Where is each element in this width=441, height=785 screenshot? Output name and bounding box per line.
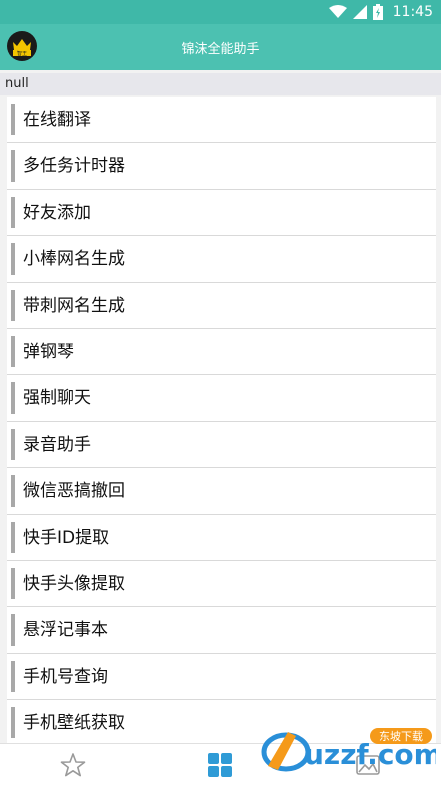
status-icons: 11:45: [328, 3, 433, 21]
watermark-tag: 东坡下载: [379, 730, 423, 743]
list-item-label: 快手头像提取: [23, 573, 125, 594]
feature-list: 在线翻译 多任务计时器 好友添加 小棒网名生成 带刺网名生成 弹钢琴 强制聊天 …: [7, 97, 436, 743]
app-bar: 智王 锦沫全能助手: [0, 24, 441, 70]
subheader-text: null: [0, 73, 441, 95]
list-item[interactable]: 手机号查询: [7, 654, 436, 701]
list-item[interactable]: 在线翻译: [7, 97, 436, 144]
signal-icon: [352, 5, 367, 19]
list-item-label: 悬浮记事本: [23, 620, 108, 641]
list-item-label: 快手ID提取: [23, 527, 110, 548]
status-bar: 11:45: [0, 0, 441, 24]
wifi-icon: [328, 5, 347, 18]
star-icon[interactable]: [60, 752, 86, 778]
list-item-label: 带刺网名生成: [23, 295, 125, 316]
list-item[interactable]: 悬浮记事本: [7, 607, 436, 654]
list-item[interactable]: 快手头像提取: [7, 561, 436, 608]
list-item-label: 强制聊天: [23, 388, 91, 409]
list-item[interactable]: 带刺网名生成: [7, 283, 436, 329]
battery-icon: [372, 4, 383, 20]
app-title: 锦沫全能助手: [181, 42, 260, 57]
list-item[interactable]: 快手ID提取: [7, 515, 436, 561]
list-item-label: 录音助手: [23, 434, 91, 455]
list-item[interactable]: 好友添加: [7, 190, 436, 237]
status-time: 11:45: [392, 4, 433, 20]
list-item-label: 弹钢琴: [23, 341, 74, 362]
list-item[interactable]: 录音助手: [7, 422, 436, 469]
list-item[interactable]: 弹钢琴: [7, 329, 436, 376]
list-item-label: 手机号查询: [23, 666, 108, 687]
list-item-label: 在线翻译: [23, 110, 91, 130]
list-item[interactable]: 多任务计时器: [7, 143, 436, 190]
list-item[interactable]: 小棒网名生成: [7, 236, 436, 283]
list-item[interactable]: 强制聊天: [7, 375, 436, 422]
watermark-logo: uzzf.com 东坡下载: [258, 722, 441, 778]
list-item-label: 多任务计时器: [23, 156, 125, 177]
list-item-label: 手机壁纸获取: [23, 713, 125, 734]
grid-icon[interactable]: [207, 752, 233, 778]
list-item-label: 微信恶搞撤回: [23, 481, 125, 502]
list-item-label: 好友添加: [23, 202, 91, 223]
list-item[interactable]: 微信恶搞撤回: [7, 468, 436, 515]
list-item-label: 小棒网名生成: [23, 249, 125, 270]
